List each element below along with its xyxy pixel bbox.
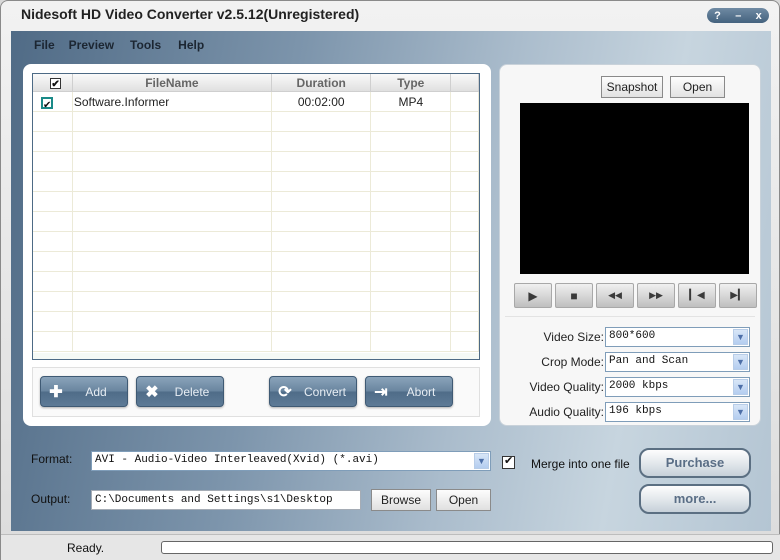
empty-row (33, 332, 479, 352)
convert-button[interactable]: ⟳ Convert (269, 376, 357, 407)
video-size-label: Video Size: (543, 330, 605, 344)
select-all-checkbox[interactable] (50, 76, 62, 94)
refresh-icon: ⟳ (278, 383, 292, 401)
output-label: Output: (31, 492, 71, 506)
status-bar: Ready. (1, 534, 780, 560)
play-button[interactable]: ▶ (514, 283, 552, 308)
menu-bar: File Preview Tools Help (11, 31, 214, 59)
preview-panel: Snapshot Open ▶ ■ ◀◀ ▶▶ ▎◀ ▶▎ Video Size… (499, 64, 761, 426)
file-row[interactable]: Software.Informer 00:02:00 MP4 (33, 92, 479, 116)
chevron-down-icon[interactable]: ▼ (474, 453, 489, 469)
divider (505, 316, 755, 317)
audio-quality-row: Audio Quality: 196 kbps ▼ (500, 402, 762, 422)
empty-row (33, 232, 479, 252)
chevron-down-icon[interactable]: ▼ (733, 354, 748, 370)
window-controls: ? – x (707, 8, 769, 23)
empty-row (33, 312, 479, 332)
play-icon: ▶ (528, 288, 538, 303)
file-list-footer (33, 353, 479, 359)
chevron-down-icon[interactable]: ▼ (733, 404, 748, 420)
browse-button[interactable]: Browse (371, 489, 431, 511)
file-panel: FileName Duration Type Software.Informer… (23, 64, 491, 426)
rewind-icon: ◀◀ (608, 290, 622, 300)
previous-button[interactable]: ▎◀ (678, 283, 716, 308)
chevron-down-icon[interactable]: ▼ (733, 329, 748, 345)
progress-bar (161, 541, 773, 554)
action-bar: ✚ Add ✖ Delete ⟳ Convert ⇥ Abort (32, 367, 480, 417)
audio-quality-label: Audio Quality: (529, 405, 604, 419)
skip-forward-icon: ▶▎ (730, 290, 746, 301)
exit-arrow-icon: ⇥ (374, 383, 388, 401)
video-quality-select[interactable]: 2000 kbps ▼ (605, 377, 750, 397)
menu-preview[interactable]: Preview (69, 31, 130, 59)
file-duration: 00:02:00 (272, 92, 372, 111)
file-name: Software.Informer (73, 92, 272, 111)
output-open-button[interactable]: Open (436, 489, 491, 511)
video-quality-label: Video Quality: (529, 380, 605, 394)
video-quality-row: Video Quality: 2000 kbps ▼ (500, 377, 762, 397)
format-label: Format: (31, 452, 73, 466)
empty-row (33, 172, 479, 192)
column-extra (451, 74, 479, 91)
playback-controls: ▶ ■ ◀◀ ▶▶ ▎◀ ▶▎ (514, 283, 757, 308)
file-list[interactable]: FileName Duration Type Software.Informer… (32, 73, 480, 360)
fast-forward-icon: ▶▶ (649, 290, 663, 300)
column-type[interactable]: Type (371, 74, 452, 91)
file-checkbox[interactable] (41, 96, 53, 116)
empty-row (33, 132, 479, 152)
empty-row (33, 192, 479, 212)
empty-row (33, 112, 479, 132)
stop-button[interactable]: ■ (555, 283, 593, 308)
merge-checkbox[interactable] (502, 454, 515, 469)
crop-mode-label: Crop Mode: (541, 355, 604, 369)
empty-rows (33, 112, 479, 352)
empty-row (33, 212, 479, 232)
chevron-down-icon[interactable]: ▼ (733, 379, 748, 395)
title-bar: Nidesoft HD Video Converter v2.5.12(Unre… (1, 1, 780, 29)
add-button[interactable]: ✚ Add (40, 376, 128, 407)
empty-row (33, 152, 479, 172)
select-all-cell[interactable] (33, 74, 73, 94)
file-type: MP4 (371, 92, 452, 111)
column-filename[interactable]: FileName (73, 74, 272, 91)
preview-open-button[interactable]: Open (670, 76, 725, 98)
menu-help[interactable]: Help (178, 31, 214, 59)
file-list-header: FileName Duration Type (33, 74, 479, 94)
fast-forward-button[interactable]: ▶▶ (637, 283, 675, 308)
app-window: Nidesoft HD Video Converter v2.5.12(Unre… (0, 0, 780, 560)
stop-icon: ■ (570, 288, 578, 303)
next-button[interactable]: ▶▎ (719, 283, 757, 308)
x-cross-icon: ✖ (145, 383, 159, 401)
plus-icon: ✚ (49, 383, 63, 401)
empty-row (33, 292, 479, 312)
purchase-button[interactable]: Purchase (639, 448, 751, 478)
help-icon[interactable]: ? (714, 10, 721, 22)
rewind-button[interactable]: ◀◀ (596, 283, 634, 308)
video-size-row: Video Size: 800*600 ▼ (500, 327, 762, 347)
status-text: Ready. (67, 541, 105, 555)
crop-mode-select[interactable]: Pan and Scan ▼ (605, 352, 750, 372)
video-preview-screen (520, 103, 749, 274)
merge-label: Merge into one file (531, 457, 630, 471)
skip-back-icon: ▎◀ (689, 290, 705, 301)
window-title: Nidesoft HD Video Converter v2.5.12(Unre… (21, 6, 360, 22)
delete-button[interactable]: ✖ Delete (136, 376, 224, 407)
snapshot-button[interactable]: Snapshot (601, 76, 663, 98)
format-select[interactable]: AVI - Audio-Video Interleaved(Xvid) (*.a… (91, 451, 491, 471)
empty-row (33, 252, 479, 272)
audio-quality-select[interactable]: 196 kbps ▼ (605, 402, 750, 422)
empty-row (33, 272, 479, 292)
column-duration[interactable]: Duration (272, 74, 372, 91)
video-size-select[interactable]: 800*600 ▼ (605, 327, 750, 347)
output-path-input[interactable]: C:\Documents and Settings\s1\Desktop (91, 490, 361, 510)
crop-mode-row: Crop Mode: Pan and Scan ▼ (500, 352, 762, 372)
menu-file[interactable]: File (11, 31, 69, 59)
minimize-icon[interactable]: – (735, 10, 741, 22)
abort-button[interactable]: ⇥ Abort (365, 376, 453, 407)
more-button[interactable]: more... (639, 484, 751, 514)
close-icon[interactable]: x (756, 10, 762, 22)
menu-tools[interactable]: Tools (130, 31, 178, 59)
